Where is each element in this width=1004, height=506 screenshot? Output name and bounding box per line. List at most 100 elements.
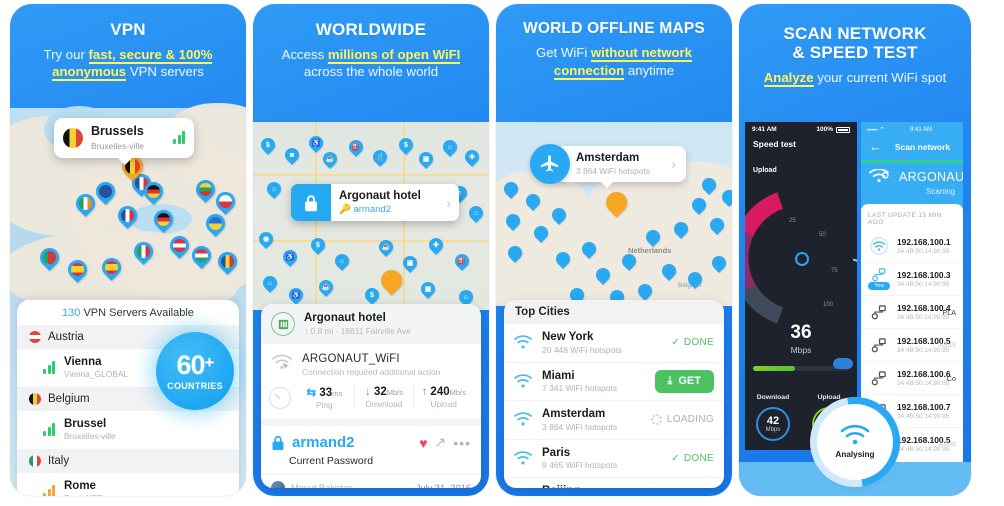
- panel1-header: VPN Try our fast, secure & 100% anonymou…: [10, 4, 246, 82]
- nav-title: Scan network: [894, 141, 951, 152]
- chevron-right-icon[interactable]: ›: [446, 195, 459, 211]
- wifi-hotspot-callout[interactable]: Argonaut hotel 🔑 armand2 ›: [291, 184, 459, 221]
- device-row[interactable]: 192.168.100.5 34:4B:50:14:90:95 ASUS: [861, 329, 963, 362]
- screenshot-panel-vpn[interactable]: VPN Try our fast, secure & 100% anonymou…: [10, 4, 246, 496]
- server-row[interactable]: Rome Real_NET: [17, 473, 239, 496]
- wifi-icon: [514, 412, 532, 426]
- chevron-right-icon[interactable]: ›: [671, 156, 678, 172]
- wifi-scan-icon: [869, 168, 889, 190]
- city-row[interactable]: New York 20 448 WiFi hotspots ✓ DONE: [504, 324, 724, 363]
- city-hotspot-map[interactable]: $ ◙ ♿ ☕ ⛽ 🍴 $ ▣ ⌂ ✚ ⌂ ✈ ☕ ♬ ⌂ ◉ ♿ $ ⌂ ☕ …: [253, 122, 489, 310]
- server-row[interactable]: Brussel Bruxelles-ville: [17, 411, 239, 449]
- device-vendor: ASUS: [939, 440, 956, 448]
- wifi-ssid: ARGONAUT_WiFI: [302, 353, 400, 365]
- signal-bars-icon: [43, 423, 55, 437]
- panel3-header: WORLD OFFLINE MAPS Get WiFi without netw…: [496, 4, 732, 80]
- server-name: Brussel: [64, 417, 107, 430]
- hotel-row[interactable]: Argonaut hotel ↑ 0.8 mi · 18811 Fairvill…: [261, 304, 481, 344]
- wifi-pin-icon: ▣: [424, 286, 432, 293]
- subtitle-part-plain: Try our: [43, 47, 89, 63]
- device-row[interactable]: You 192.168.100.3 34:4B:50:14:90:95: [861, 263, 963, 296]
- arrow-left-icon[interactable]: ←: [869, 139, 882, 154]
- server-name: Vienna: [64, 356, 102, 368]
- device-icon: [868, 334, 890, 356]
- wifi-pin-icon: ⛽: [457, 258, 467, 265]
- city-row[interactable]: Amsterdam 3 864 WiFi hotspots LOADING: [504, 401, 724, 440]
- callout-hotspots: 3 864 WiFi hotspots: [576, 166, 651, 176]
- download-icon: ↓: [365, 386, 371, 398]
- device-row[interactable]: 192.168.100.1 34:4B:50:14:90:95: [861, 230, 963, 263]
- avatar: [271, 481, 285, 488]
- you-tag: You: [868, 282, 890, 290]
- top-cities-sheet[interactable]: Top Cities New York 20 448 WiFi hotspots…: [504, 300, 724, 488]
- city-name: Amsterdam: [542, 408, 606, 420]
- badge-label: COUNTRIES: [167, 380, 223, 391]
- screenshot-panel-scan-network[interactable]: SCAN NETWORK & SPEED TEST Analyze your c…: [739, 4, 971, 496]
- wifi-pin-icon: ⌂: [463, 293, 469, 301]
- scanning-header: ARGONAUT_WI Scaning: [861, 163, 963, 210]
- password-caption: Current Password: [289, 455, 374, 467]
- airplane-icon: [530, 144, 570, 184]
- hotspot-name: Argonaut hotel: [339, 190, 421, 202]
- download-label: Download: [756, 394, 790, 401]
- signal-bars-icon: [173, 131, 185, 145]
- device-mac: 34:4B:50:14:90:95: [897, 380, 950, 387]
- phone-screenshots: 9:41 AM 100% Speed test Upload 25 50 75 …: [739, 122, 971, 496]
- map-label-netherlands: Netherlands: [628, 246, 672, 255]
- city-name: Miami: [542, 369, 575, 382]
- get-button[interactable]: ⤓ GET: [654, 369, 714, 393]
- netherlands-map[interactable]: Netherlands Belgium Amsterdam 3 864 WiFi…: [496, 122, 732, 306]
- austria-flag: [29, 331, 41, 343]
- wifi-pin-icon: ♿: [291, 292, 301, 299]
- panel1-subtitle: Try our fast, secure & 100% anonymous VP…: [18, 46, 238, 82]
- download-value: 42: [766, 415, 780, 427]
- wifi-icon: [514, 450, 532, 465]
- signal-bars-icon: [43, 485, 55, 496]
- country-group-italy[interactable]: Italy: [17, 448, 239, 473]
- subtitle-part-plain: Access: [281, 47, 328, 63]
- panel4-title-line1: SCAN NETWORK: [783, 24, 927, 43]
- scan-status-bar: ••••• ⌃ 9:41 AM ← Scan network: [861, 122, 963, 160]
- panel4-title-line2: & SPEED TEST: [792, 43, 918, 63]
- upload-label: Upload: [430, 399, 457, 409]
- share-icon[interactable]: ↗: [435, 434, 447, 451]
- hotspot-detail-sheet[interactable]: Argonaut hotel ↑ 0.8 mi · 18811 Fairvill…: [261, 304, 481, 488]
- device-row[interactable]: 192.168.100.4 34:4B:50:14:90:95 PLA: [861, 296, 963, 329]
- city-name: Paris: [542, 446, 571, 459]
- wifi-pin-icon: ⌂: [447, 143, 453, 151]
- device-row[interactable]: 192.168.100.6 34:4B:50:14:90:95 Co: [861, 362, 963, 395]
- subtitle-part-highlight: millions of open WiFI: [327, 47, 461, 65]
- server-name: Rome: [64, 479, 96, 492]
- wifi-pin-icon: ☕: [381, 244, 391, 251]
- city-row[interactable]: Paris 9 465 WiFi hotspots ✓ DONE: [504, 440, 724, 478]
- wifi-network-row[interactable]: ARGONAUT_WiFI Connection required additi…: [261, 344, 481, 383]
- check-icon: ✓: [671, 337, 680, 349]
- heart-icon[interactable]: ♥: [419, 435, 427, 451]
- wifi-pin-icon: ▣: [422, 156, 430, 163]
- screenshot-panel-worldwide[interactable]: WORLDWIDE Access millions of open WiFI a…: [253, 4, 489, 496]
- server-sub: Real_NET: [64, 493, 103, 496]
- server-count: 130: [62, 307, 81, 319]
- city-row[interactable]: Miami 7 341 WiFi hotspots ⤓ GET: [504, 363, 724, 401]
- city-row[interactable]: Beijing 20 448 WiFi hotspots ✓DONE: [504, 478, 724, 488]
- status-bar: 9:41 AM 100%: [745, 122, 857, 133]
- brussels-callout[interactable]: Brussels Bruxelles-ville: [54, 118, 194, 165]
- hotel-name: Argonaut hotel: [304, 312, 386, 324]
- spinner-icon: [650, 414, 662, 426]
- screenshot-panel-offline-maps[interactable]: WORLD OFFLINE MAPS Get WiFi without netw…: [496, 4, 732, 496]
- router-icon: [868, 235, 890, 257]
- wifi-pin-icon: ⌂: [267, 279, 273, 287]
- device-mac: 34:4B:50:14:90:95: [897, 413, 950, 420]
- password-row[interactable]: armand2 ♥ ↗ •••: [261, 426, 481, 455]
- more-icon[interactable]: •••: [453, 435, 471, 451]
- wifi-pin-icon: ⌂: [473, 209, 479, 217]
- city-hotspots: 9 465 WiFi hotspots: [542, 460, 618, 470]
- callout-city-name: Amsterdam: [576, 152, 640, 164]
- amsterdam-callout[interactable]: Amsterdam 3 864 WiFi hotspots ›: [530, 144, 686, 188]
- cloud-icon: [833, 358, 853, 369]
- check-icon: ✓: [671, 452, 680, 464]
- device-mac: 34:4B:50:14:90:95: [897, 446, 950, 453]
- wifi-cursor-icon: [272, 354, 292, 370]
- panel1-title: VPN: [110, 20, 146, 39]
- device-ip: 192.168.100.4: [897, 303, 951, 313]
